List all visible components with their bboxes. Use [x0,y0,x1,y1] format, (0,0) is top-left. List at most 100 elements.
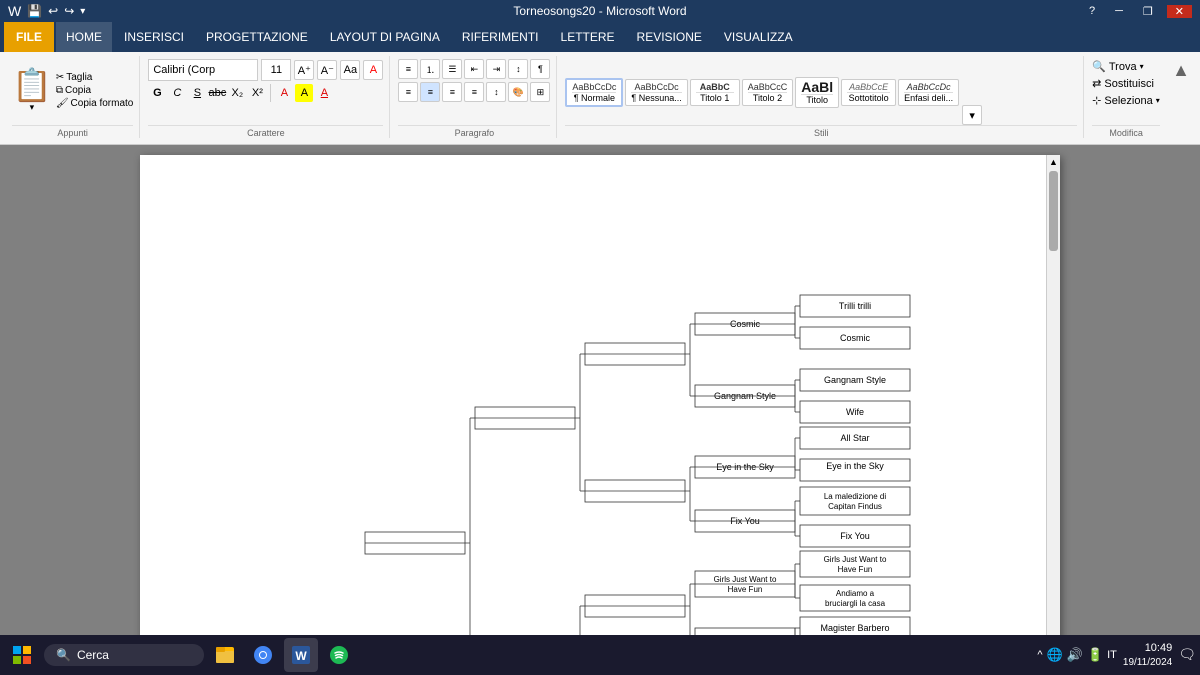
svg-text:Trilli trilli: Trilli trilli [839,301,871,311]
taskbar-right: ^ 🌐 🔊 🔋 IT 10:49 19/11/2024 🗨 [1037,641,1196,668]
style-titolo[interactable]: AaBl Titolo [795,77,839,108]
shading-button[interactable]: 🎨 [508,82,528,102]
title-bar-left: W 💾 ↩ ↪ ▾ [8,3,85,19]
style-normale[interactable]: AaBbCcDc ¶ Normale [565,78,623,107]
svg-text:Wife: Wife [846,407,864,417]
align-right-button[interactable]: ≡ [442,82,462,102]
replace-button[interactable]: ⇄Sostituisci [1092,77,1160,90]
clock-area: 10:49 19/11/2024 [1123,641,1172,668]
find-button[interactable]: 🔍Trova▾ [1092,60,1160,73]
text-color-button[interactable]: A [315,84,333,102]
taskbar-word[interactable]: W [284,638,318,672]
minimize-button[interactable]: ─ [1109,5,1129,17]
align-left-button[interactable]: ≡ [398,82,418,102]
font-grow-button[interactable]: A⁺ [294,60,314,80]
chevron-icon[interactable]: ^ [1037,649,1042,661]
vertical-scrollbar[interactable]: ▲ ▼ [1046,155,1060,648]
styles-scroll-down[interactable]: ▾ [962,105,982,125]
save-icon[interactable]: 💾 [27,4,42,18]
menu-inserisci[interactable]: INSERISCI [114,22,194,52]
style-nessuna[interactable]: AaBbCcDc ¶ Nessuna... [625,79,687,106]
font-color-button[interactable]: A [275,84,293,102]
cut-button[interactable]: ✂Taglia [56,72,134,83]
select-button[interactable]: ⊹Seleziona▾ [1092,94,1160,107]
borders-button[interactable]: ⊞ [530,82,550,102]
clear-format-button[interactable]: A [363,60,383,80]
restore-button[interactable]: ❐ [1137,5,1159,18]
document-page[interactable]: Trilli trilli Cosmic Gangnam Style Wife … [140,155,1060,648]
scroll-up[interactable]: ▲ [1047,155,1060,169]
ribbon-collapse[interactable]: ▲ [1168,56,1194,85]
justify-button[interactable]: ≡ [464,82,484,102]
appunti-label: Appunti [12,125,133,138]
numbering-button[interactable]: ⒈ [420,59,440,79]
decrease-indent-button[interactable]: ⇤ [464,59,484,79]
bold-button[interactable]: G [148,84,166,102]
increase-indent-button[interactable]: ⇥ [486,59,506,79]
volume-icon[interactable]: 🔊 [1067,647,1083,663]
copy-button[interactable]: ⧉Copia [56,85,134,96]
menu-riferimenti[interactable]: RIFERIMENTI [452,22,549,52]
taskbar-spotify[interactable] [322,638,356,672]
menu-progettazione[interactable]: PROGETTAZIONE [196,22,318,52]
menu-lettere[interactable]: LETTERE [551,22,625,52]
style-titolo2[interactable]: AaBbCcC Titolo 2 [742,79,794,106]
date-display: 19/11/2024 [1123,656,1172,669]
svg-text:Cosmic: Cosmic [840,333,871,343]
multilevel-button[interactable]: ☰ [442,59,462,79]
italic-button[interactable]: C [168,84,186,102]
customize-icon[interactable]: ▾ [80,6,85,17]
paste-big-icon[interactable]: 📋 [12,69,52,101]
menu-file[interactable]: FILE [4,22,54,52]
format-painter-button[interactable]: 🖌Copia formato [56,98,134,109]
menu-revisione[interactable]: REVISIONE [627,22,712,52]
style-titolo1[interactable]: AaBbC Titolo 1 [690,79,740,106]
font-case-button[interactable]: Aa [340,60,360,80]
close-button[interactable]: ✕ [1167,5,1192,18]
sort-button[interactable]: ↕ [508,59,528,79]
svg-text:Have Fun: Have Fun [728,585,763,594]
start-button[interactable] [4,637,40,673]
line-spacing-button[interactable]: ↕ [486,82,506,102]
title-bar: W 💾 ↩ ↪ ▾ Torneosongs20 - Microsoft Word… [0,0,1200,22]
style-sottotitolo[interactable]: AaBbCcE Sottotitolo [841,79,896,106]
style-enfasi[interactable]: AaBbCcDc Enfasi deli... [898,79,959,106]
font-shrink-button[interactable]: A⁻ [317,60,337,80]
show-marks-button[interactable]: ¶ [530,59,550,79]
paste-dropdown[interactable]: ▾ [30,102,35,113]
notification-icon[interactable]: 🗨 [1178,646,1196,663]
bullets-button[interactable]: ≡ [398,59,418,79]
font-size-input[interactable] [261,59,291,81]
highlight-button[interactable]: A [295,84,313,102]
svg-text:Girls Just Want to: Girls Just Want to [714,575,777,584]
document-area: Trilli trilli Cosmic Gangnam Style Wife … [0,145,1200,648]
undo-icon[interactable]: ↩ [48,4,58,18]
svg-text:Capitan Findus: Capitan Findus [828,502,882,511]
sys-tray: ^ 🌐 🔊 🔋 IT [1037,647,1117,663]
menu-home[interactable]: HOME [56,22,112,52]
bracket-svg: Trilli trilli Cosmic Gangnam Style Wife … [180,175,1020,648]
underline-button[interactable]: S [188,84,206,102]
network-icon[interactable]: 🌐 [1047,647,1063,663]
strikethrough-button[interactable]: abc [208,84,226,102]
taskbar-search[interactable]: 🔍 Cerca [44,644,204,666]
window-title: Torneosongs20 - Microsoft Word [513,4,686,18]
svg-text:Fix You: Fix You [840,531,870,541]
taskbar-explorer[interactable] [208,638,242,672]
menu-visualizza[interactable]: VISUALIZZA [714,22,803,52]
ime-icon: IT [1107,649,1117,661]
scroll-thumb[interactable] [1049,171,1058,251]
carattere-label: Carattere [148,125,383,138]
subscript-button[interactable]: X₂ [228,84,246,102]
help-icon[interactable]: ? [1083,5,1101,17]
time-display: 10:49 [1123,641,1172,655]
modifica-label: Modifica [1092,125,1160,138]
svg-text:W: W [295,649,307,663]
redo-icon[interactable]: ↪ [64,4,74,18]
font-name-input[interactable] [148,59,258,81]
align-center-button[interactable]: ≡ [420,82,440,102]
menu-layout[interactable]: LAYOUT DI PAGINA [320,22,450,52]
word-icon: W [8,3,21,19]
taskbar-chrome[interactable] [246,638,280,672]
superscript-button[interactable]: X² [248,84,266,102]
